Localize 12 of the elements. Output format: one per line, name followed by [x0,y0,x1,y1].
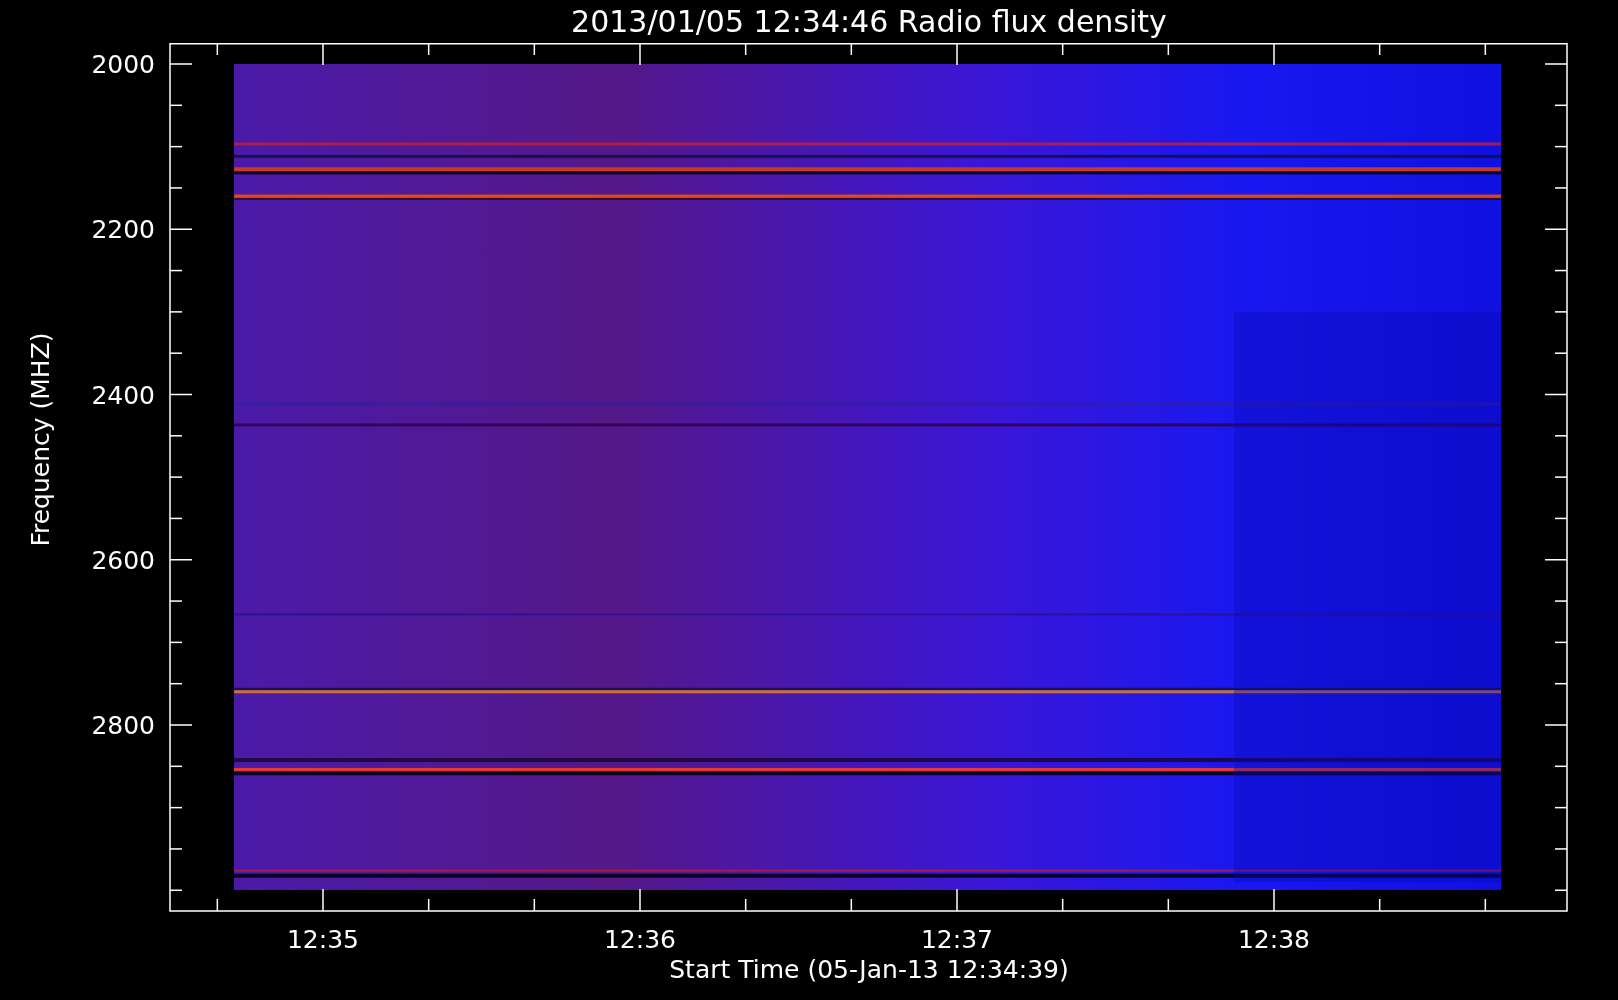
y-tick-label: 2200 [91,215,155,245]
y-tick-label: 2600 [91,545,155,575]
x-axis-label: Start Time (05-Jan-13 12:34:39) [669,955,1069,985]
y-tick-label: 2400 [91,380,155,410]
chart-title: 2013/01/05 12:34:46 Radio flux density [571,3,1167,40]
x-tick-label: 12:38 [1238,925,1310,954]
y-tick-label: 2000 [91,50,155,79]
y-tick-label: 2800 [91,711,155,740]
y-axis-label: Frequency (MHZ) [25,331,55,547]
x-tick-label: 12:36 [604,925,676,954]
x-tick-label: 12:37 [921,925,993,954]
x-tick-label: 12:35 [287,925,359,954]
